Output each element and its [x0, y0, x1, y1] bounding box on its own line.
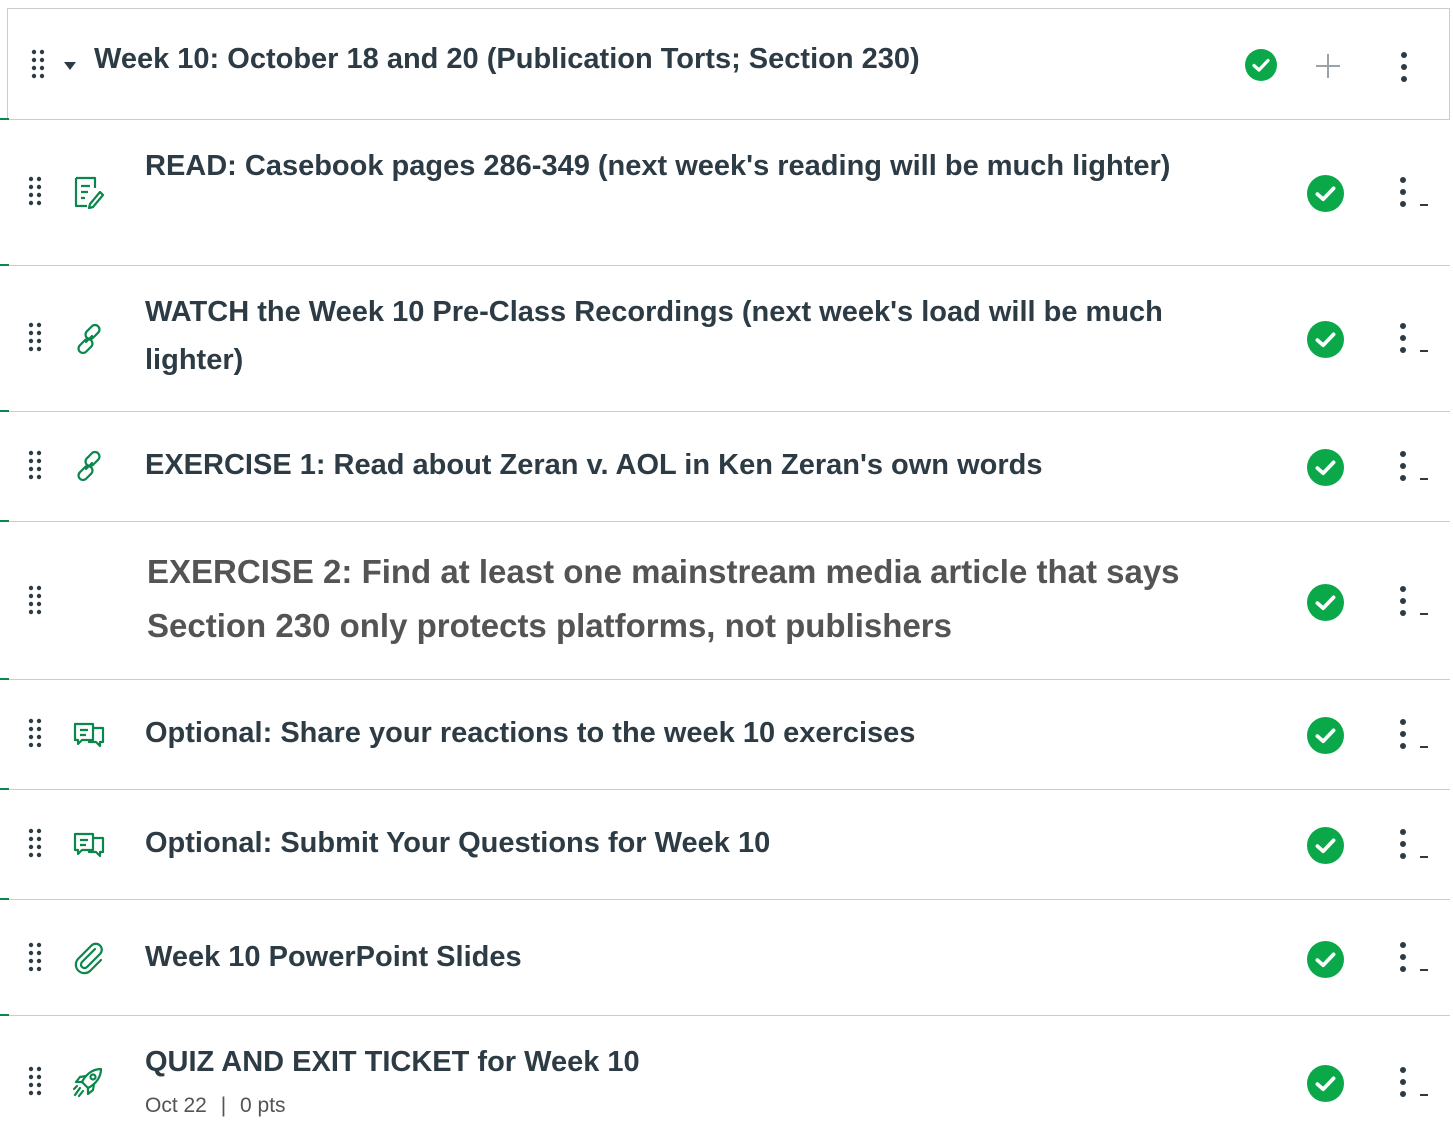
points: 0 pts	[240, 1094, 286, 1117]
drag-handle-icon[interactable]	[27, 322, 43, 352]
dash-mark	[1420, 613, 1428, 615]
indent-marker	[0, 678, 9, 680]
indent-marker	[0, 410, 9, 412]
module-item[interactable]: Optional: Submit Your Questions for Week…	[0, 788, 1450, 899]
quiz-rocket-icon	[71, 1064, 107, 1100]
item-title[interactable]: Optional: Submit Your Questions for Week…	[145, 819, 1205, 867]
drag-handle-icon[interactable]	[27, 828, 43, 858]
dash-mark	[1420, 478, 1428, 480]
collapse-caret-icon[interactable]	[64, 62, 76, 70]
module-item[interactable]: EXERCISE 1: Read about Zeran v. AOL in K…	[0, 410, 1450, 521]
dash-mark	[1420, 350, 1428, 352]
link-icon	[71, 448, 107, 484]
item-title[interactable]: EXERCISE 1: Read about Zeran v. AOL in K…	[145, 441, 1205, 489]
check-circle-icon[interactable]	[1307, 449, 1344, 486]
item-title[interactable]: QUIZ AND EXIT TICKET for Week 10	[145, 1038, 1205, 1086]
due-date: Oct 22	[145, 1094, 207, 1117]
indent-marker	[0, 264, 9, 266]
item-meta: Oct 22 | 0 pts	[145, 1094, 286, 1118]
drag-handle-icon[interactable]	[30, 49, 46, 79]
module-header[interactable]: Week 10: October 18 and 20 (Publication …	[7, 8, 1450, 119]
item-title[interactable]: WATCH the Week 10 Pre-Class Recordings (…	[145, 288, 1205, 384]
dash-mark	[1420, 746, 1428, 748]
check-circle-icon[interactable]	[1307, 827, 1344, 864]
module-item[interactable]: READ: Casebook pages 286-349 (next week'…	[0, 118, 1450, 265]
module-item[interactable]: WATCH the Week 10 Pre-Class Recordings (…	[0, 264, 1450, 411]
check-circle-icon[interactable]	[1307, 1065, 1344, 1102]
item-menu-kebab-icon[interactable]	[1397, 941, 1409, 973]
indent-marker	[0, 520, 9, 522]
indent-marker	[0, 118, 9, 120]
module-item[interactable]: QUIZ AND EXIT TICKET for Week 10 Oct 22 …	[0, 1014, 1450, 1141]
item-menu-kebab-icon[interactable]	[1397, 718, 1409, 750]
check-circle-icon[interactable]	[1307, 584, 1344, 621]
add-item-plus-icon[interactable]	[1314, 52, 1342, 80]
drag-handle-icon[interactable]	[27, 585, 43, 615]
drag-handle-icon[interactable]	[27, 718, 43, 748]
link-icon	[71, 321, 107, 357]
module-title[interactable]: Week 10: October 18 and 20 (Publication …	[94, 43, 920, 76]
item-menu-kebab-icon[interactable]	[1397, 828, 1409, 860]
drag-handle-icon[interactable]	[27, 942, 43, 972]
discussion-icon	[71, 826, 107, 862]
module-item[interactable]: Week 10 PowerPoint Slides	[0, 898, 1450, 1015]
check-circle-icon[interactable]	[1307, 321, 1344, 358]
check-circle-icon[interactable]	[1307, 175, 1344, 212]
indent-marker	[0, 788, 9, 790]
drag-handle-icon[interactable]	[27, 450, 43, 480]
drag-handle-icon[interactable]	[27, 1066, 43, 1096]
page-icon	[71, 174, 107, 210]
module-item[interactable]: EXERCISE 2: Find at least one mainstream…	[0, 520, 1450, 679]
indent-marker	[0, 1014, 9, 1016]
item-title[interactable]: EXERCISE 2: Find at least one mainstream…	[147, 545, 1207, 653]
discussion-icon	[71, 716, 107, 752]
item-menu-kebab-icon[interactable]	[1397, 176, 1409, 208]
dash-mark	[1420, 856, 1428, 858]
dash-mark	[1420, 1094, 1428, 1096]
attachment-icon	[71, 940, 107, 976]
dash-mark	[1420, 969, 1428, 971]
module-item[interactable]: Optional: Share your reactions to the we…	[0, 678, 1450, 789]
item-title[interactable]: READ: Casebook pages 286-349 (next week'…	[145, 142, 1205, 190]
item-menu-kebab-icon[interactable]	[1397, 1066, 1409, 1098]
drag-handle-icon[interactable]	[27, 176, 43, 206]
module-menu-kebab-icon[interactable]	[1398, 51, 1410, 83]
check-circle-icon[interactable]	[1245, 49, 1277, 81]
check-circle-icon[interactable]	[1307, 941, 1344, 978]
indent-marker	[0, 898, 9, 900]
item-menu-kebab-icon[interactable]	[1397, 585, 1409, 617]
item-menu-kebab-icon[interactable]	[1397, 450, 1409, 482]
item-title[interactable]: Optional: Share your reactions to the we…	[145, 709, 1205, 757]
item-title[interactable]: Week 10 PowerPoint Slides	[145, 933, 1205, 981]
meta-separator: |	[220, 1094, 227, 1117]
dash-mark	[1420, 204, 1428, 206]
item-menu-kebab-icon[interactable]	[1397, 322, 1409, 354]
check-circle-icon[interactable]	[1307, 717, 1344, 754]
